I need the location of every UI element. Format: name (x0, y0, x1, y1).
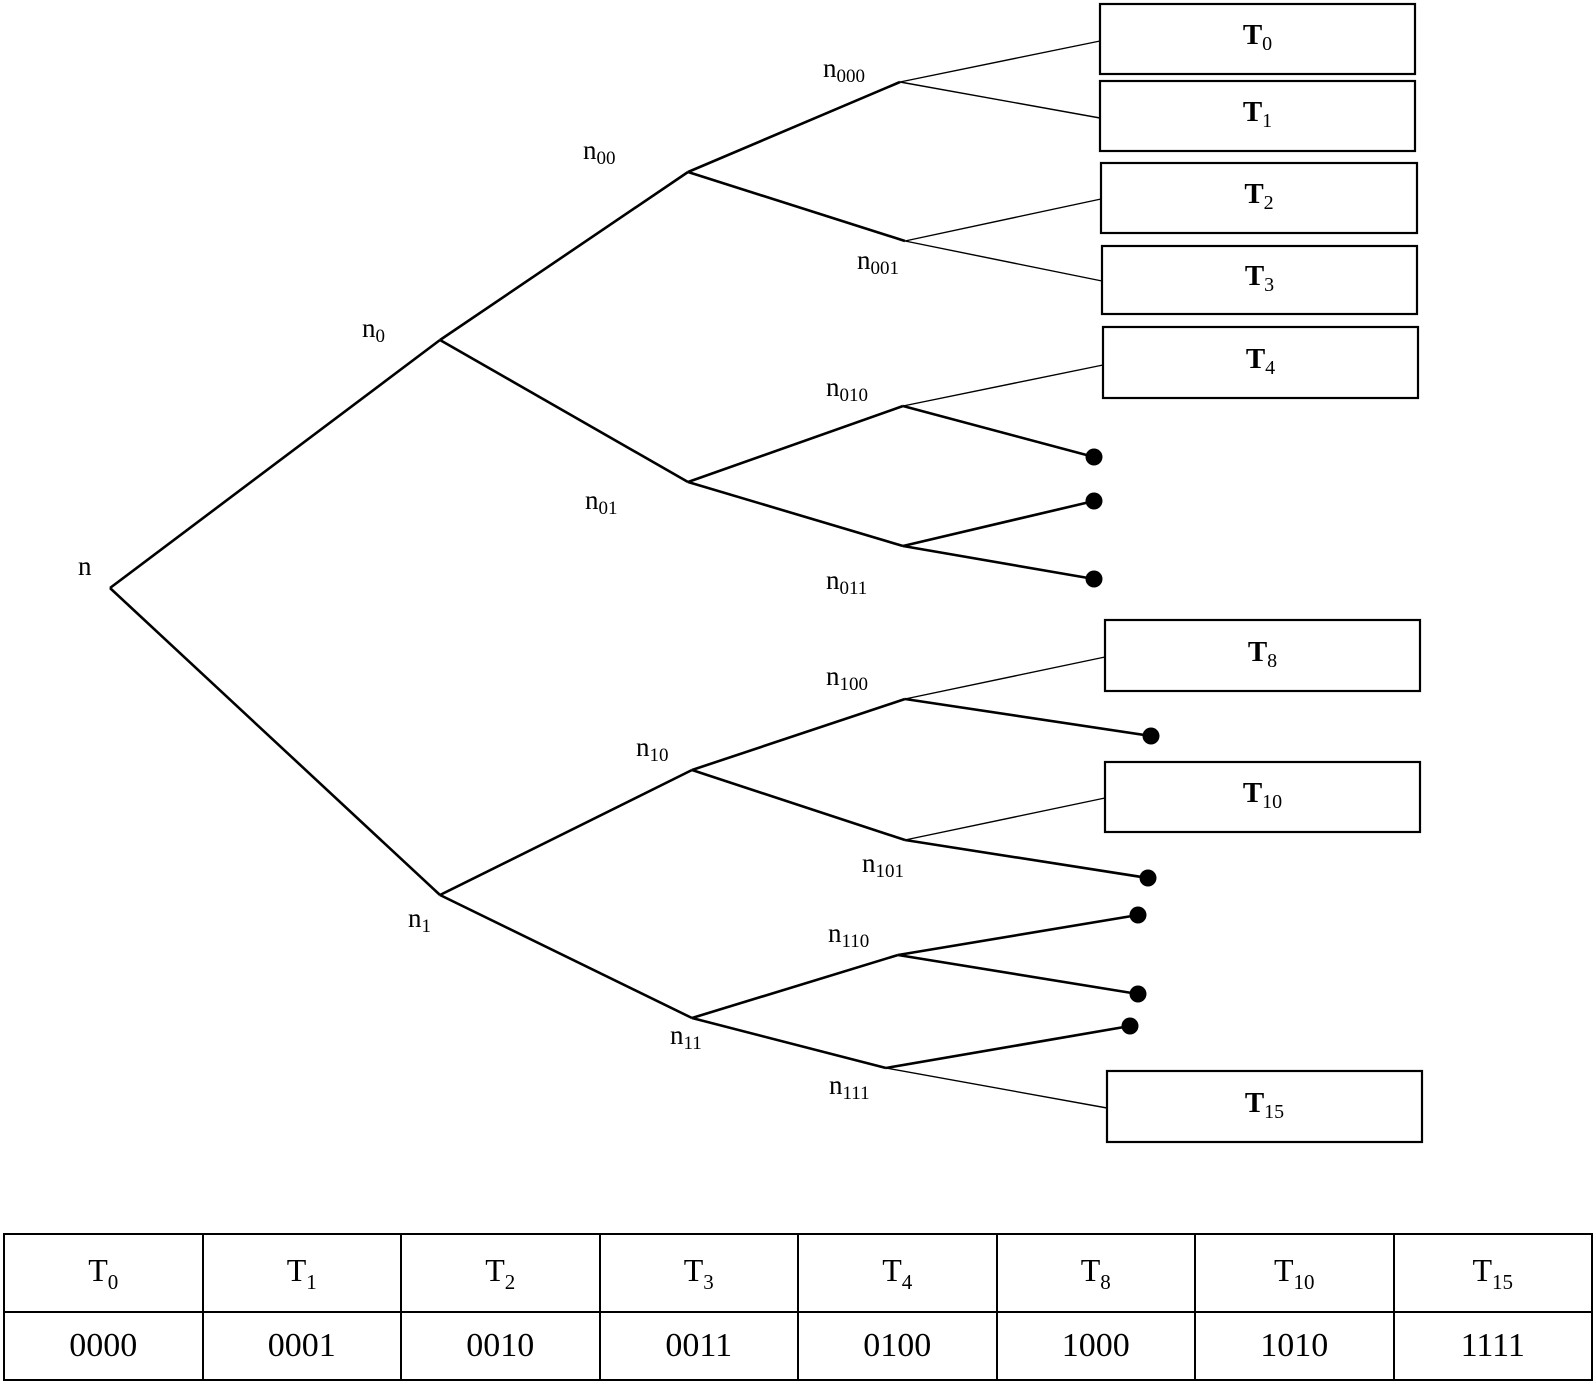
edge-n11-n111 (691, 1016, 887, 1070)
edge-n0-n01 (439, 338, 689, 484)
tile-label-t4: T4 (1245, 342, 1276, 379)
table-code-t10: 1010 (1194, 1311, 1395, 1381)
edge-n0-n00 (439, 170, 689, 342)
empty-leaf-dot (1139, 869, 1157, 887)
table-header-t4: T4 (797, 1233, 998, 1313)
table-code-t3: 0011 (598, 1311, 799, 1381)
leaf-edge-n000-0 (899, 40, 1101, 83)
table-header-t15: T15 (1392, 1233, 1593, 1313)
node-label-n10: n10 (636, 732, 669, 766)
node-label-n011: n011 (826, 565, 868, 599)
edge-n1-n10 (439, 768, 693, 897)
edge-n01-n010 (687, 404, 904, 484)
table-header-t2: T2 (400, 1233, 601, 1313)
leaf-edge-n000-1 (899, 81, 1101, 119)
leaf-edge-n010-4 (902, 364, 1104, 407)
leaf-edge-n111-14 (885, 1024, 1131, 1070)
table-code-t2: 0010 (400, 1311, 601, 1381)
tile-label-t8: T8 (1247, 635, 1278, 672)
node-label-n1: n1 (408, 903, 431, 937)
tile-label-t3: T3 (1244, 260, 1275, 296)
edge-n10-n101 (691, 768, 906, 842)
leaf-edge-n011-6 (902, 499, 1095, 548)
edge-n10-n100 (691, 697, 906, 772)
leaf-edge-n110-13 (897, 953, 1139, 996)
node-label-n000: n000 (823, 53, 865, 87)
leaf-edge-n100-8 (904, 656, 1106, 700)
table-code-row: 0000 0001 0010 0011 0100 1000 1010 1111 (3, 1311, 1593, 1381)
node-label-n110: n110 (828, 918, 870, 952)
leaf-edge-n111-15 (885, 1067, 1108, 1109)
table-header-row: T0 T1 T2 T3 T4 T8 T10 T15 (3, 1233, 1593, 1313)
leaf-edge-n101-11 (904, 838, 1149, 880)
table-code-t8: 1000 (995, 1311, 1196, 1381)
leaf-edge-n011-7 (902, 544, 1095, 581)
node-label-n: n (78, 551, 92, 581)
edge-n01-n011 (687, 480, 904, 548)
tile-label-t2: T2 (1244, 178, 1274, 214)
edge-n00-n000 (687, 80, 901, 174)
leaf-edge-n010-5 (902, 404, 1095, 459)
table-code-t4: 0100 (797, 1311, 998, 1381)
edge-n-n1 (109, 587, 441, 896)
table-code-t1: 0001 (201, 1311, 402, 1381)
node-label-n010: n010 (826, 372, 868, 406)
node-label-n100: n100 (826, 661, 868, 695)
leaf-edge-n110-12 (897, 913, 1139, 957)
node-label-n00: n00 (583, 135, 616, 169)
empty-leaf-dot (1142, 727, 1160, 745)
edge-n1-n11 (439, 893, 693, 1020)
empty-leaf-dot (1085, 448, 1103, 466)
tile-label-t0: T0 (1242, 19, 1273, 55)
table-code-t0: 0000 (3, 1311, 204, 1381)
node-label-n101: n101 (862, 848, 904, 882)
table-header-t0: T0 (3, 1233, 204, 1313)
table-header-t10: T10 (1194, 1233, 1395, 1313)
table-code-t15: 1111 (1392, 1311, 1593, 1381)
empty-leaf-dot (1129, 985, 1147, 1003)
node-label-n01: n01 (585, 485, 618, 519)
table-header-t1: T1 (201, 1233, 402, 1313)
leaf-edge-n101-10 (904, 797, 1106, 841)
empty-leaf-dot (1085, 492, 1103, 510)
leaf-edge-n001-3 (904, 240, 1103, 282)
empty-leaf-dot (1121, 1017, 1139, 1035)
table-header-t3: T3 (598, 1233, 799, 1313)
tile-label-t15: T15 (1244, 1086, 1285, 1123)
node-label-n0: n0 (362, 313, 385, 347)
node-label-n11: n11 (670, 1020, 702, 1054)
tree-diagram (109, 2, 1424, 1144)
tile-label-t1: T1 (1242, 96, 1273, 132)
edge-n-n0 (109, 338, 441, 590)
tile-code-table: T0 T1 T2 T3 T4 T8 T10 T15 0000 0001 0010 0011 0100 1… (3, 1233, 1593, 1381)
leaf-edge-n100-9 (904, 697, 1152, 738)
node-label-n111: n111 (829, 1070, 870, 1104)
empty-leaf-dot (1129, 906, 1147, 924)
table-header-t8: T8 (995, 1233, 1196, 1313)
leaf-edge-n001-2 (904, 198, 1102, 242)
node-label-n001: n001 (857, 245, 899, 279)
tile-label-t10: T10 (1242, 777, 1283, 813)
edge-n00-n001 (687, 170, 906, 243)
edge-n11-n110 (691, 953, 899, 1020)
empty-leaf-dot (1085, 570, 1103, 588)
